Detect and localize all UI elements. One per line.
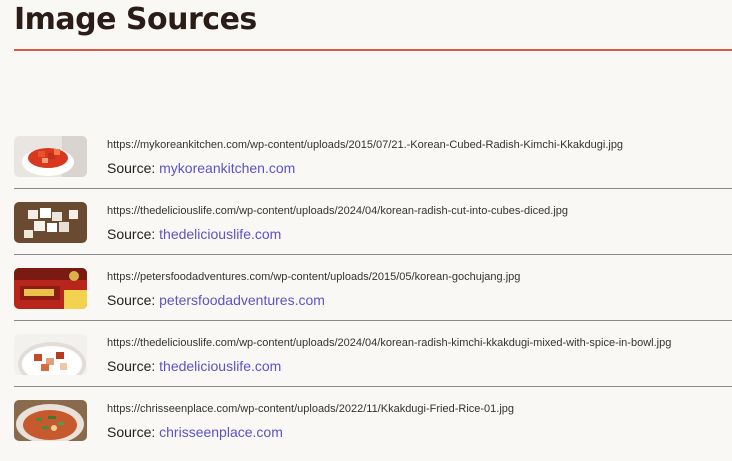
source-line: Source: thedeliciouslife.com (107, 358, 281, 374)
page-title: Image Sources (14, 2, 257, 37)
source-label: Source: (107, 160, 156, 176)
source-row: https://thedeliciouslife.com/wp-content/… (14, 330, 732, 387)
source-link[interactable]: thedeliciouslife.com (159, 358, 281, 374)
radish-cubes-thumbnail[interactable] (14, 202, 87, 243)
image-url: https://thedeliciouslife.com/wp-content/… (107, 337, 672, 349)
source-line: Source: mykoreankitchen.com (107, 160, 295, 176)
source-row: https://thedeliciouslife.com/wp-content/… (14, 198, 732, 255)
image-url: https://mykoreankitchen.com/wp-content/u… (107, 139, 624, 151)
image-url: https://thedeliciouslife.com/wp-content/… (107, 205, 569, 217)
sources-list: https://mykoreankitchen.com/wp-content/u… (14, 132, 732, 461)
source-link[interactable]: mykoreankitchen.com (159, 160, 295, 176)
source-link[interactable]: chrisseenplace.com (159, 424, 283, 440)
source-label: Source: (107, 358, 156, 374)
source-line: Source: thedeliciouslife.com (107, 226, 281, 242)
spiced-radish-bowl-thumbnail[interactable] (14, 334, 87, 375)
source-row: https://mykoreankitchen.com/wp-content/u… (14, 132, 732, 189)
image-url: https://chrisseenplace.com/wp-content/up… (107, 403, 515, 415)
source-line: Source: chrisseenplace.com (107, 424, 283, 440)
fried-rice-thumbnail[interactable] (14, 400, 87, 441)
gochujang-tub-thumbnail[interactable] (14, 268, 87, 309)
image-url: https://petersfoodadventures.com/wp-cont… (107, 271, 521, 283)
source-link[interactable]: petersfoodadventures.com (159, 292, 325, 308)
source-link[interactable]: thedeliciouslife.com (159, 226, 281, 242)
source-label: Source: (107, 226, 156, 242)
source-label: Source: (107, 292, 156, 308)
title-divider (14, 49, 732, 51)
source-label: Source: (107, 424, 156, 440)
source-row: https://petersfoodadventures.com/wp-cont… (14, 264, 732, 321)
source-line: Source: petersfoodadventures.com (107, 292, 325, 308)
kimchi-bowl-thumbnail[interactable] (14, 136, 87, 177)
source-row: https://chrisseenplace.com/wp-content/up… (14, 396, 732, 452)
